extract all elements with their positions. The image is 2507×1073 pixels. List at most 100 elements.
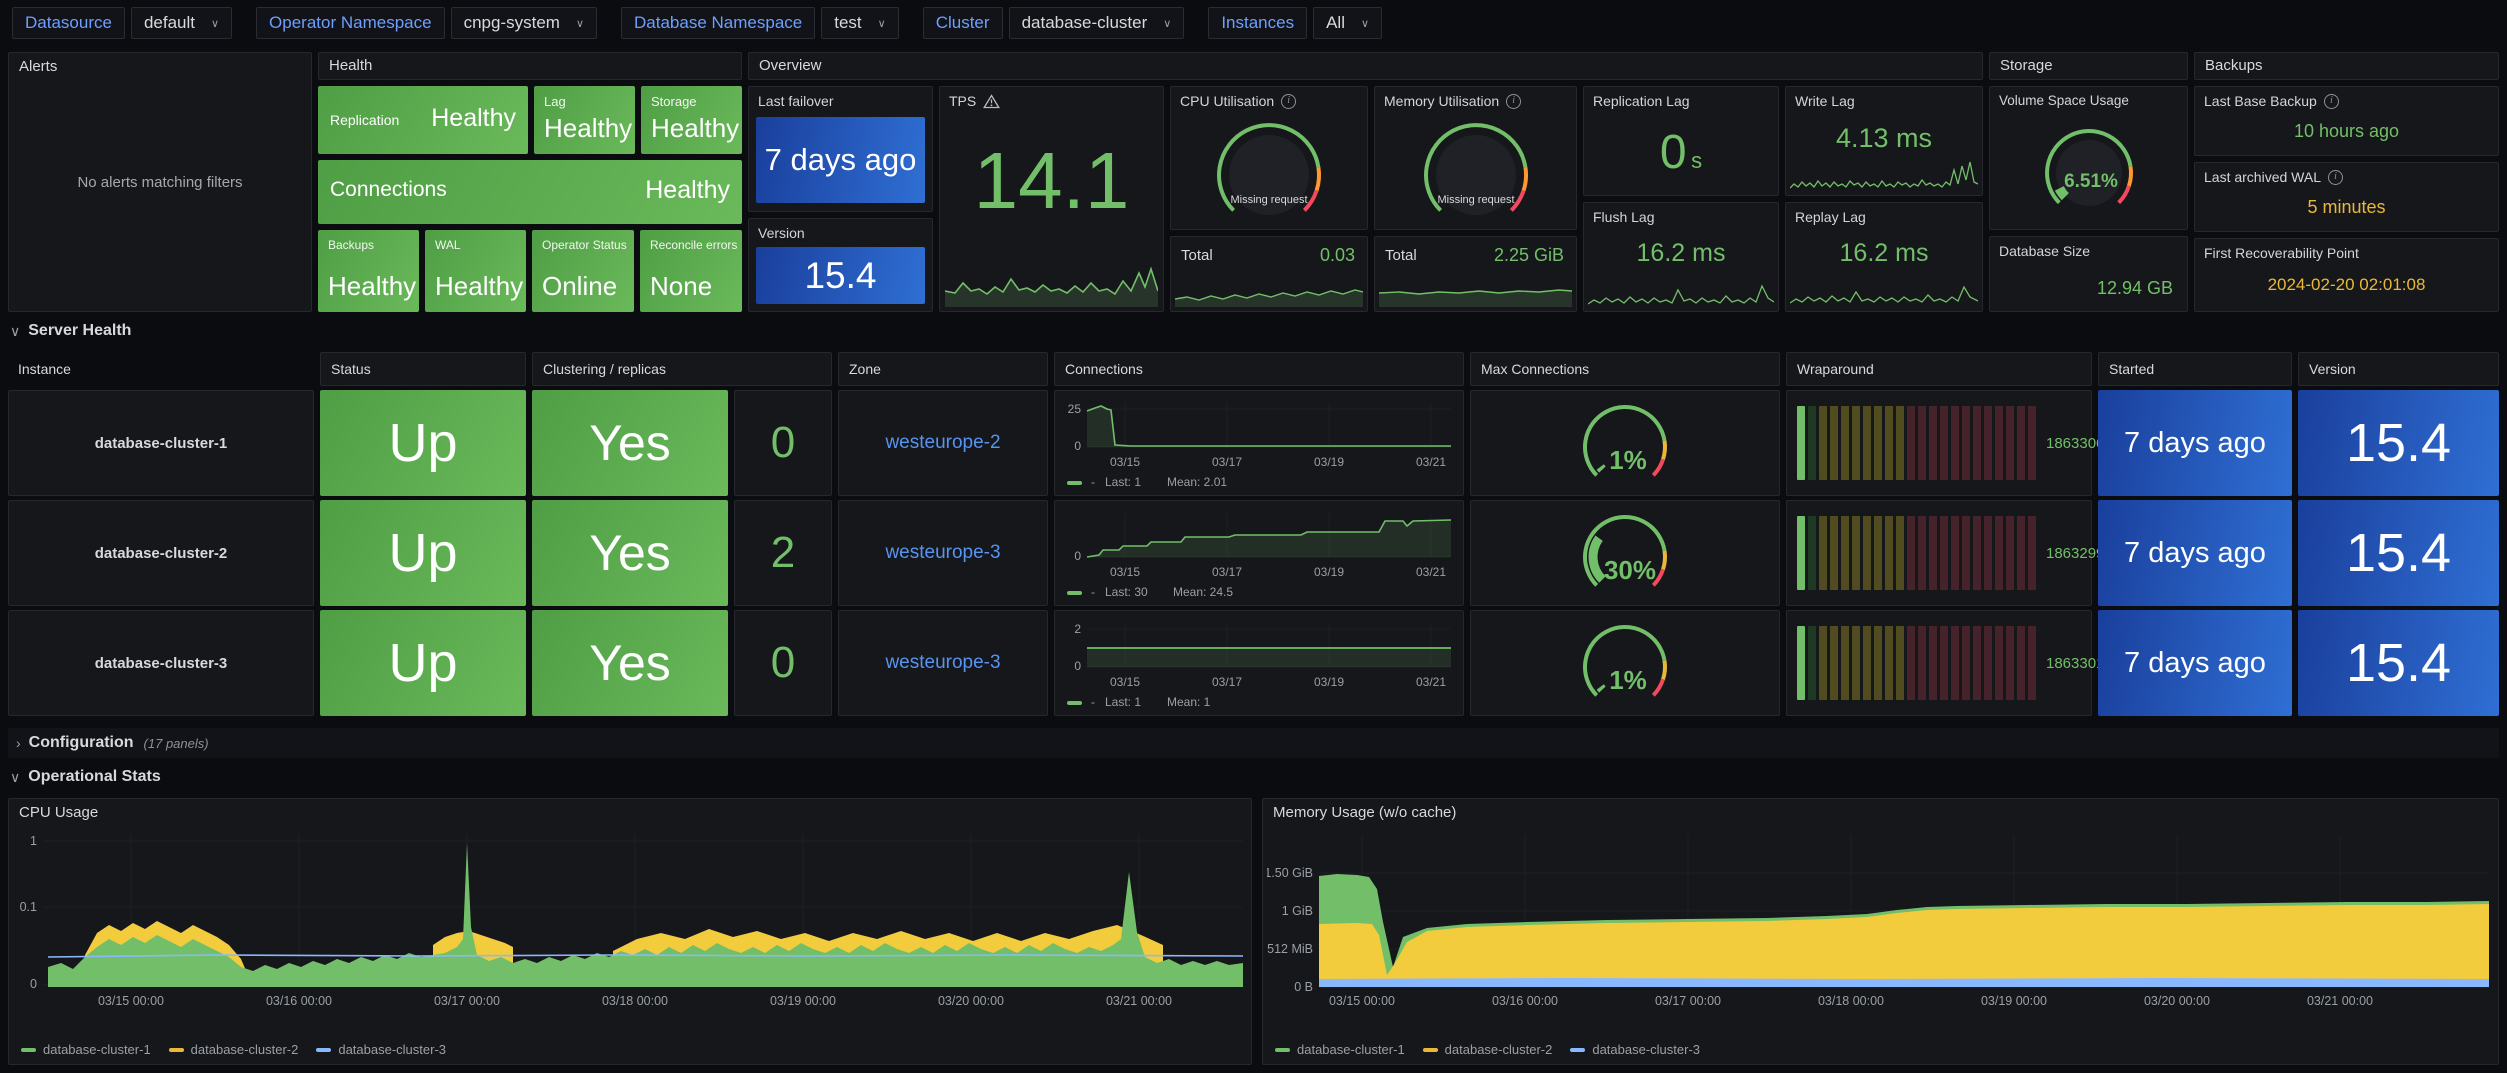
flush-lag-title[interactable]: Flush Lag: [1584, 203, 1778, 231]
replication-lag-panel: Replication Lag 0 s: [1583, 86, 1779, 196]
var-database-namespace: Database Namespace test∨: [621, 7, 899, 39]
tps-value: 14.1: [940, 135, 1163, 227]
legend-swatch: [169, 1048, 184, 1052]
status-tile: Up: [320, 390, 526, 496]
legend-item[interactable]: database-cluster-3: [1570, 1042, 1700, 1057]
legend-swatch[interactable]: [1067, 591, 1082, 595]
volume-space-usage-value: 6.51%: [2064, 171, 2118, 192]
zone-link[interactable]: westeurope-2: [885, 432, 1000, 454]
last-failover-title[interactable]: Last failover: [749, 87, 932, 115]
last-archived-wal-title[interactable]: Last archived WAL: [2204, 169, 2321, 185]
legend-swatch[interactable]: [1067, 481, 1082, 485]
var-operator-namespace-dropdown[interactable]: cnpg-system∨: [451, 7, 597, 39]
legend-swatch[interactable]: [1067, 701, 1082, 705]
database-size-title[interactable]: Database Size: [1990, 237, 2187, 265]
var-instances-label: Instances: [1208, 7, 1307, 39]
cpu-usage-title[interactable]: CPU Usage: [9, 799, 1251, 826]
last-base-backup-title[interactable]: Last Base Backup: [2204, 93, 2317, 109]
section-operational-stats[interactable]: ∨ Operational Stats: [10, 768, 161, 786]
svg-text:03/21: 03/21: [1416, 675, 1446, 689]
legend-item[interactable]: database-cluster-2: [169, 1042, 299, 1057]
first-recoverability-point-title[interactable]: First Recoverability Point: [2195, 239, 2498, 267]
svg-text:03/16 00:00: 03/16 00:00: [266, 994, 332, 1008]
first-recoverability-point-panel: First Recoverability Point 2024-02-20 02…: [2194, 238, 2499, 312]
version-value: 15.4: [756, 247, 925, 304]
chevron-right-icon: ›: [16, 735, 21, 751]
warning-icon[interactable]: [983, 94, 1000, 109]
write-lag-title[interactable]: Write Lag: [1786, 87, 1982, 115]
health-connections-label: Connections: [330, 178, 447, 202]
volume-space-usage-panel: Volume Space Usage 6.51%: [1989, 86, 2188, 230]
legend-item[interactable]: database-cluster-1: [1275, 1042, 1405, 1057]
health-wal-tile: WAL Healthy: [425, 230, 526, 312]
legend-label: database-cluster-2: [1445, 1042, 1553, 1057]
section-server-health[interactable]: ∨ Server Health: [10, 322, 131, 340]
volume-space-usage-title[interactable]: Volume Space Usage: [1990, 87, 2187, 114]
version-tile: 15.4: [2298, 390, 2499, 496]
health-header-panel: Health: [318, 52, 742, 80]
memory-usage-title[interactable]: Memory Usage (w/o cache): [1263, 799, 2498, 826]
svg-text:03/19 00:00: 03/19 00:00: [770, 994, 836, 1008]
overview-title[interactable]: Overview: [749, 53, 1982, 79]
legend-item[interactable]: database-cluster-2: [1423, 1042, 1553, 1057]
col-header-zone: Zone: [838, 352, 1048, 386]
tps-title[interactable]: TPS: [949, 93, 976, 109]
section-configuration[interactable]: › Configuration (17 panels): [8, 728, 2499, 758]
clustering-tile: Yes: [532, 610, 728, 716]
cpu-utilisation-title[interactable]: CPU Utilisation: [1180, 93, 1274, 109]
var-value: All: [1326, 13, 1345, 33]
max-connections-gauge: 30%: [1550, 503, 1700, 603]
legend-label: database-cluster-1: [1297, 1042, 1405, 1057]
status-tile: Up: [320, 500, 526, 606]
health-title[interactable]: Health: [319, 53, 741, 79]
legend-label: database-cluster-3: [1592, 1042, 1700, 1057]
replication-lag-title[interactable]: Replication Lag: [1584, 87, 1778, 115]
cpu-total-sparkline: [1175, 277, 1363, 307]
max-connections-gauge-panel: 1%: [1470, 390, 1780, 496]
replay-lag-title[interactable]: Replay Lag: [1786, 203, 1982, 231]
version-panel: Version 15.4: [748, 218, 933, 312]
started-tile: 7 days ago: [2098, 390, 2292, 496]
memory-gauge-missing-text: Missing request: [1437, 194, 1514, 206]
var-database-namespace-dropdown[interactable]: test∨: [821, 7, 898, 39]
info-icon[interactable]: i: [2328, 170, 2343, 185]
flush-lag-value: 16.2 ms: [1584, 239, 1778, 268]
col-header-wraparound: Wraparound: [1786, 352, 2092, 386]
alerts-empty-message: No alerts matching filters: [9, 53, 311, 311]
legend-item[interactable]: database-cluster-3: [316, 1042, 446, 1057]
info-icon[interactable]: i: [1281, 94, 1296, 109]
connections-chart-panel: 25 0 03/15 03/17 03/19 03/21 - Last: 1 M…: [1054, 390, 1464, 496]
var-datasource-dropdown[interactable]: default∨: [131, 7, 232, 39]
version-title[interactable]: Version: [749, 219, 932, 247]
var-label: Operator Namespace: [269, 13, 432, 33]
legend-swatch: [316, 1048, 331, 1052]
memory-utilisation-title[interactable]: Memory Utilisation: [1384, 93, 1499, 109]
info-icon[interactable]: i: [1506, 94, 1521, 109]
cpu-gauge-missing-text: Missing request: [1230, 194, 1307, 206]
last-archived-wal-panel: Last archived WAL i 5 minutes: [2194, 162, 2499, 232]
svg-text:03/17 00:00: 03/17 00:00: [434, 994, 500, 1008]
zone-link[interactable]: westeurope-3: [885, 652, 1000, 674]
var-instances: Instances All∨: [1208, 7, 1382, 39]
storage-title[interactable]: Storage: [1990, 53, 2187, 79]
alerts-panel: Alerts No alerts matching filters: [8, 52, 312, 312]
svg-text:03/19: 03/19: [1314, 675, 1344, 689]
info-icon[interactable]: i: [2324, 94, 2339, 109]
var-instances-dropdown[interactable]: All∨: [1313, 7, 1382, 39]
svg-text:2: 2: [1074, 622, 1081, 636]
database-size-value: 12.94 GB: [2097, 278, 2173, 299]
col-header-max-connections: Max Connections: [1470, 352, 1780, 386]
wraparound-panel: 18632998: [1786, 500, 2092, 606]
var-cluster-dropdown[interactable]: database-cluster∨: [1009, 7, 1185, 39]
legend-item[interactable]: database-cluster-1: [21, 1042, 151, 1057]
var-operator-namespace: Operator Namespace cnpg-system∨: [256, 7, 597, 39]
backups-section: Backups Last Base Backup i 10 hours ago …: [2194, 52, 2499, 312]
health-backups-value: Healthy: [328, 271, 416, 302]
version-tile: 15.4: [2298, 500, 2499, 606]
svg-text:03/15 00:00: 03/15 00:00: [98, 994, 164, 1008]
backups-title[interactable]: Backups: [2195, 53, 2498, 79]
flush-lag-panel: Flush Lag 16.2 ms: [1583, 202, 1779, 312]
connections-chart-panel: 0 03/15 03/17 03/19 03/21 - Last: 30 Mea…: [1054, 500, 1464, 606]
section-configuration-title: Configuration: [29, 734, 134, 752]
zone-link[interactable]: westeurope-3: [885, 542, 1000, 564]
